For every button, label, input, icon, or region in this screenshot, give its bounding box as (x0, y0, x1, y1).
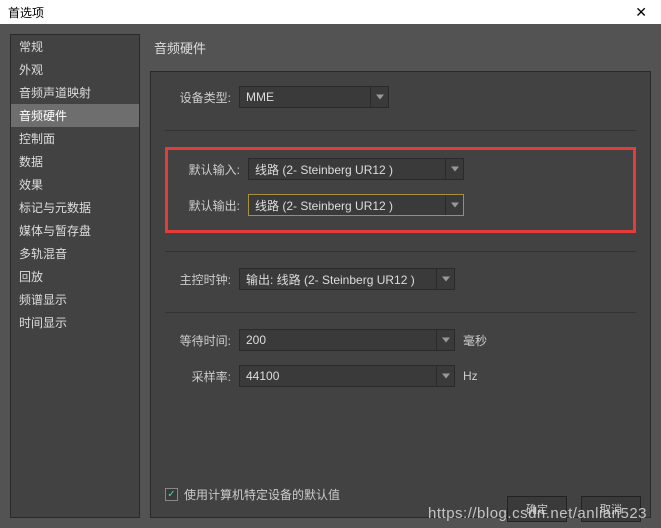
content: 常规 外观 音频声道映射 音频硬件 控制面 数据 效果 标记与元数据 媒体与暂存… (0, 24, 661, 528)
highlight-box: 默认输入: 线路 (2- Steinberg UR12 ) 默认输出: 线路 (… (165, 147, 636, 233)
sidebar-item-audio-channel-mapping[interactable]: 音频声道映射 (11, 81, 139, 104)
divider (165, 251, 636, 252)
label-default-input: 默认输入: (174, 161, 240, 178)
sidebar-item-playback[interactable]: 回放 (11, 265, 139, 288)
label-use-defaults: 使用计算机特定设备的默认值 (184, 486, 340, 503)
row-device-type: 设备类型: MME (165, 86, 636, 108)
footer-buttons: 确定 取消 (507, 496, 641, 522)
select-master-clock-value: 输出: 线路 (2- Steinberg UR12 ) (246, 271, 415, 288)
ok-button[interactable]: 确定 (507, 496, 567, 522)
sidebar-item-time-display[interactable]: 时间显示 (11, 311, 139, 334)
select-latency-value: 200 (246, 333, 266, 347)
unit-hz: Hz (463, 369, 478, 383)
sidebar-item-markers-metadata[interactable]: 标记与元数据 (11, 196, 139, 219)
sidebar-item-appearance[interactable]: 外观 (11, 58, 139, 81)
titlebar: 首选项 ✕ (0, 0, 661, 24)
label-latency: 等待时间: (165, 332, 231, 349)
row-master-clock: 主控时钟: 输出: 线路 (2- Steinberg UR12 ) (165, 268, 636, 290)
sidebar-item-effects[interactable]: 效果 (11, 173, 139, 196)
select-default-output[interactable]: 线路 (2- Steinberg UR12 ) (248, 194, 464, 216)
label-default-output: 默认输出: (174, 197, 240, 214)
select-sample-rate-value: 44100 (246, 369, 279, 383)
select-default-input[interactable]: 线路 (2- Steinberg UR12 ) (248, 158, 464, 180)
label-master-clock: 主控时钟: (165, 271, 231, 288)
label-device-type: 设备类型: (165, 89, 231, 106)
cancel-button[interactable]: 取消 (581, 496, 641, 522)
unit-ms: 毫秒 (463, 332, 487, 349)
close-icon[interactable]: ✕ (629, 4, 653, 21)
sidebar-item-data[interactable]: 数据 (11, 150, 139, 173)
sidebar-item-spectral-display[interactable]: 频谱显示 (11, 288, 139, 311)
select-default-input-value: 线路 (2- Steinberg UR12 ) (255, 161, 393, 178)
row-default-input: 默认输入: 线路 (2- Steinberg UR12 ) (174, 158, 627, 180)
divider (165, 130, 636, 131)
sidebar: 常规 外观 音频声道映射 音频硬件 控制面 数据 效果 标记与元数据 媒体与暂存… (10, 34, 140, 518)
window-title: 首选项 (8, 4, 44, 21)
select-master-clock[interactable]: 输出: 线路 (2- Steinberg UR12 ) (239, 268, 455, 290)
select-latency[interactable]: 200 (239, 329, 455, 351)
sidebar-item-media-cache[interactable]: 媒体与暂存盘 (11, 219, 139, 242)
form-area: 设备类型: MME 默认输入: 线路 (2- Steinberg UR12 ) … (150, 71, 651, 518)
select-device-type[interactable]: MME (239, 86, 389, 108)
row-sample-rate: 采样率: 44100 Hz (165, 365, 636, 387)
section-title: 音频硬件 (154, 38, 651, 57)
row-latency: 等待时间: 200 毫秒 (165, 329, 636, 351)
sidebar-item-control-surface[interactable]: 控制面 (11, 127, 139, 150)
sidebar-item-audio-hardware[interactable]: 音频硬件 (11, 104, 139, 127)
divider (165, 312, 636, 313)
main-panel: 音频硬件 设备类型: MME 默认输入: 线路 (2- Steinberg UR… (150, 34, 651, 518)
select-default-output-value: 线路 (2- Steinberg UR12 ) (255, 197, 393, 214)
checkbox-use-defaults[interactable]: ✓ (165, 488, 178, 501)
label-sample-rate: 采样率: (165, 368, 231, 385)
sidebar-item-multitrack[interactable]: 多轨混音 (11, 242, 139, 265)
row-default-output: 默认输出: 线路 (2- Steinberg UR12 ) (174, 194, 627, 216)
select-sample-rate[interactable]: 44100 (239, 365, 455, 387)
sidebar-item-general[interactable]: 常规 (11, 35, 139, 58)
select-device-type-value: MME (246, 90, 274, 104)
